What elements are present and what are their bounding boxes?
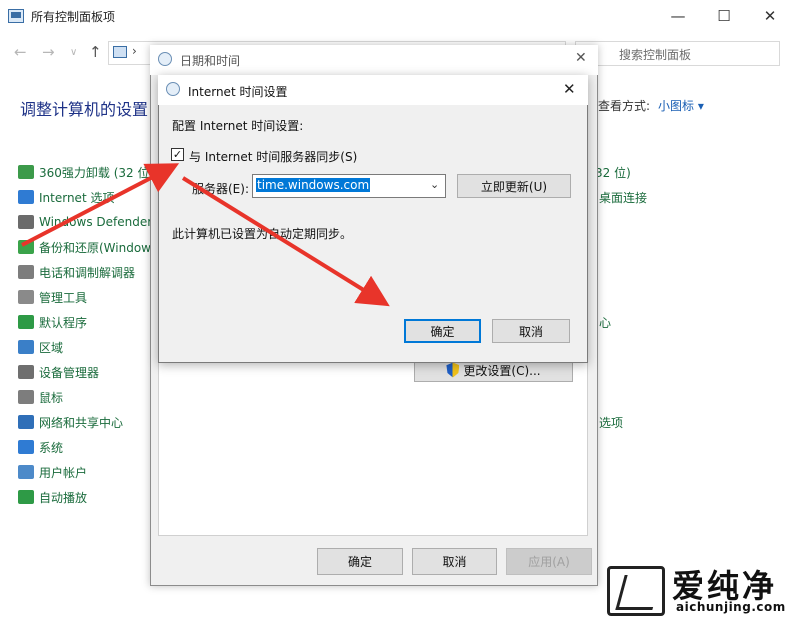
update-now-button[interactable]: 立即更新(U) bbox=[457, 174, 571, 198]
breadcrumb-separator[interactable]: › bbox=[132, 44, 137, 58]
internet-time-title: Internet 时间设置 bbox=[188, 85, 288, 99]
server-label: 服务器(E): bbox=[192, 182, 249, 196]
change-settings-label: 更改设置(C)... bbox=[463, 363, 541, 378]
backup-icon bbox=[18, 240, 34, 254]
maximize-icon[interactable]: ☐ bbox=[701, 4, 747, 30]
device-manager-icon bbox=[18, 365, 34, 379]
cp-item-region[interactable]: 区域 bbox=[18, 338, 63, 356]
uac-shield-icon bbox=[446, 362, 460, 378]
datetime-close-icon[interactable]: ✕ bbox=[575, 50, 587, 66]
cp-item-windows-defender[interactable]: Windows Defender bbox=[18, 213, 152, 231]
cp-item-360-uninstall[interactable]: 360强力卸载 (32 位) bbox=[18, 163, 154, 181]
watermark-logo-icon bbox=[607, 566, 665, 616]
server-value[interactable]: time.windows.com bbox=[256, 178, 371, 192]
search-placeholder: 搜索控制面板 bbox=[619, 48, 692, 62]
cp-item-mouse[interactable]: 鼠标 bbox=[18, 388, 63, 406]
view-by-dropdown[interactable]: 小图标 ▾ bbox=[658, 97, 704, 114]
default-programs-icon bbox=[18, 315, 34, 329]
mouse-icon bbox=[18, 390, 34, 404]
cp-item-admin-tools[interactable]: 管理工具 bbox=[18, 288, 87, 306]
sync-checkbox[interactable]: ✓ bbox=[171, 148, 184, 161]
uninstall-icon bbox=[18, 165, 34, 179]
forward-arrow-icon[interactable]: → bbox=[42, 43, 55, 61]
config-label: 配置 Internet 时间设置: bbox=[172, 119, 304, 133]
cp-item-system[interactable]: 系统 bbox=[18, 438, 63, 456]
cp-item-autoplay[interactable]: 自动播放 bbox=[18, 488, 87, 506]
address-control-panel-icon bbox=[113, 46, 127, 58]
cp-right-item[interactable]: 桌面连接 bbox=[599, 189, 647, 207]
clock-icon bbox=[158, 52, 172, 66]
network-icon bbox=[18, 415, 34, 429]
system-icon bbox=[18, 440, 34, 454]
cp-right-item[interactable]: 选项 bbox=[599, 414, 623, 432]
datetime-panel bbox=[158, 360, 588, 536]
cp-right-item[interactable]: 32 位) bbox=[595, 164, 631, 182]
chevron-down-icon[interactable]: ∨ bbox=[70, 47, 77, 58]
cp-item-device-manager[interactable]: 设备管理器 bbox=[18, 363, 99, 381]
user-accounts-icon bbox=[18, 465, 34, 479]
close-icon[interactable]: ✕ bbox=[747, 4, 793, 30]
window-title: 所有控制面板项 bbox=[31, 10, 116, 24]
cp-item-network-sharing[interactable]: 网络和共享中心 bbox=[18, 413, 123, 431]
datetime-apply-button[interactable]: 应用(A) bbox=[506, 548, 592, 575]
internet-time-icon bbox=[166, 82, 180, 96]
back-arrow-icon[interactable]: ← bbox=[14, 43, 27, 61]
internet-options-icon bbox=[18, 190, 34, 204]
datetime-ok-button[interactable]: 确定 bbox=[317, 548, 403, 575]
chevron-down-icon[interactable]: ⌄ bbox=[430, 178, 439, 191]
datetime-title: 日期和时间 bbox=[180, 54, 241, 68]
internet-time-close-icon[interactable]: ✕ bbox=[563, 80, 576, 98]
datetime-cancel-button[interactable]: 取消 bbox=[412, 548, 497, 575]
view-by-label: 查看方式: bbox=[598, 99, 651, 113]
sync-checkbox-label[interactable]: 与 Internet 时间服务器同步(S) bbox=[189, 148, 357, 165]
cp-right-item[interactable]: 心 bbox=[599, 314, 611, 332]
phone-modem-icon bbox=[18, 265, 34, 279]
ok-button[interactable]: 确定 bbox=[404, 319, 481, 343]
autoplay-icon bbox=[18, 490, 34, 504]
defender-icon bbox=[18, 215, 34, 229]
cp-item-backup-restore[interactable]: 备份和还原(Windows bbox=[18, 238, 157, 256]
page-title: 调整计算机的设置 bbox=[20, 100, 149, 119]
watermark-url: aichunjing.com bbox=[676, 600, 786, 614]
admin-tools-icon bbox=[18, 290, 34, 304]
cancel-button[interactable]: 取消 bbox=[492, 319, 570, 343]
cp-item-internet-options[interactable]: Internet 选项 bbox=[18, 188, 114, 206]
up-arrow-icon[interactable]: ↑ bbox=[89, 43, 102, 61]
sync-status-text: 此计算机已设置为自动定期同步。 bbox=[172, 227, 353, 241]
region-icon bbox=[18, 340, 34, 354]
control-panel-icon bbox=[8, 9, 24, 23]
cp-item-user-accounts[interactable]: 用户帐户 bbox=[18, 463, 87, 481]
minimize-icon[interactable]: — bbox=[655, 4, 701, 30]
cp-item-default-programs[interactable]: 默认程序 bbox=[18, 313, 87, 331]
cp-item-phone-modem[interactable]: 电话和调制解调器 bbox=[18, 263, 135, 281]
